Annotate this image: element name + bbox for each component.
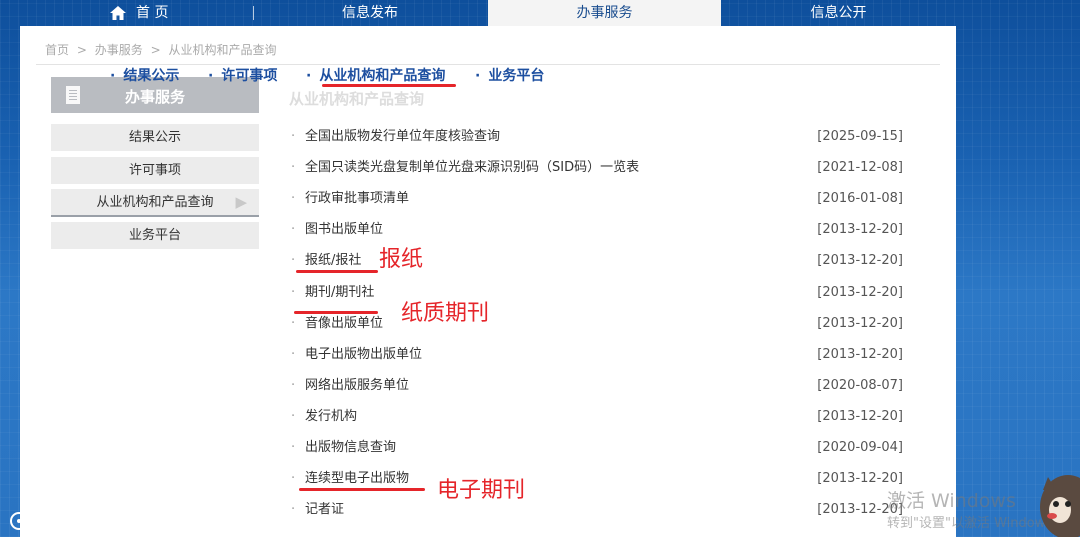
list-item-date: [2021-12-08]: [817, 160, 903, 175]
list-bullet: ·: [291, 316, 296, 331]
breadcrumb: 首页 > 办事服务 > 从业机构和产品查询: [45, 41, 280, 58]
breadcrumb-home[interactable]: 首页: [45, 43, 69, 57]
tab-institutions-query[interactable]: · 从业机构和产品查询: [306, 65, 445, 85]
list-item-name[interactable]: 记者证: [305, 500, 344, 520]
tab-bullet: ·: [306, 68, 312, 84]
list-item-date: [2025-09-15]: [817, 129, 903, 144]
chevron-right-icon: ▶: [235, 193, 247, 211]
list-item-name[interactable]: 图书出版单位: [305, 220, 383, 240]
list-item[interactable]: · 全国出版物发行单位年度核验查询 [2025-09-15]: [291, 127, 903, 147]
list-item-name[interactable]: 音像出版单位: [305, 314, 383, 334]
list-bullet: ·: [291, 191, 296, 206]
list-item-name[interactable]: 全国出版物发行单位年度核验查询: [305, 127, 500, 147]
list-item[interactable]: · 行政审批事项清单 [2016-01-08]: [291, 189, 903, 209]
list-item[interactable]: · 出版物信息查询 [2020-09-04]: [291, 438, 903, 458]
tab-bullet: ·: [110, 68, 116, 84]
list-bullet: ·: [291, 285, 296, 300]
annotation-e-journal: 电子期刊: [437, 478, 526, 503]
nav-divider: [253, 6, 254, 20]
document-icon: [66, 86, 80, 104]
list-item-name[interactable]: 出版物信息查询: [305, 438, 396, 458]
tab-results[interactable]: · 结果公示: [110, 65, 179, 85]
list-item[interactable]: · 记者证 [2013-12-20]: [291, 500, 903, 520]
list-item-name[interactable]: 发行机构: [305, 407, 357, 427]
list-item[interactable]: · 网络出版服务单位 [2020-08-07]: [291, 376, 903, 396]
list-item-name[interactable]: 网络出版服务单位: [305, 376, 409, 396]
tab-label: 许可事项: [221, 68, 278, 84]
list-bullet: ·: [291, 471, 296, 486]
nav-home-label: 首 页: [136, 5, 169, 21]
list-bullet: ·: [291, 160, 296, 175]
list-item-date: [2013-12-20]: [817, 222, 903, 237]
nav-home[interactable]: 首 页: [110, 0, 190, 26]
list-item-name[interactable]: 电子出版物出版单位: [305, 345, 422, 365]
list-item-date: [2020-08-07]: [817, 378, 903, 393]
sidebar-item-licenses[interactable]: 许可事项: [51, 157, 259, 184]
list-item[interactable]: · 全国只读类光盘复制单位光盘来源识别码（SID码）一览表 [2021-12-08]: [291, 158, 903, 178]
list-bullet: ·: [291, 222, 296, 237]
breadcrumb-sep: >: [76, 43, 87, 57]
sidebar-item-results[interactable]: 结果公示: [51, 124, 259, 151]
list-item-date: [2016-01-08]: [817, 191, 903, 206]
list-item-name[interactable]: 行政审批事项清单: [305, 189, 409, 209]
breadcrumb-sep: >: [150, 43, 161, 57]
list-item-date: [2013-12-20]: [817, 409, 903, 424]
list-item[interactable]: · 期刊/期刊社 [2013-12-20]: [291, 283, 903, 303]
sidebar-item-label: 从业机构和产品查询: [96, 195, 214, 210]
list-item-name[interactable]: 全国只读类光盘复制单位光盘来源识别码（SID码）一览表: [305, 158, 639, 178]
list-item-date: [2013-12-20]: [817, 253, 903, 268]
top-nav: 首 页 信息发布 办事服务 信息公开: [0, 0, 1080, 26]
sidebar-title: 办事服务: [125, 88, 186, 106]
tab-platform[interactable]: · 业务平台: [475, 65, 544, 85]
breadcrumb-services[interactable]: 办事服务: [95, 43, 143, 57]
list-bullet: ·: [291, 440, 296, 455]
watermark-logo-text: 大数跨境: [54, 509, 131, 531]
tab-licenses[interactable]: · 许可事项: [208, 65, 277, 85]
list-bullet: ·: [291, 347, 296, 362]
list-item[interactable]: · 图书出版单位 [2013-12-20]: [291, 220, 903, 240]
list-item[interactable]: · 发行机构 [2013-12-20]: [291, 407, 903, 427]
sidebar-item-platform[interactable]: 业务平台: [51, 222, 259, 249]
list-item-date: [2013-12-20]: [817, 316, 903, 331]
list-bullet: ·: [291, 378, 296, 393]
tab-label: 业务平台: [488, 68, 545, 84]
tab-label: 结果公示: [123, 68, 180, 84]
mascot-icon: [1040, 475, 1080, 537]
nav-services[interactable]: 办事服务: [488, 0, 721, 26]
list-item[interactable]: · 连续型电子出版物 [2013-12-20]: [291, 469, 903, 489]
breadcrumb-current: 从业机构和产品查询: [168, 43, 277, 57]
annotation-underline-ejournal: [299, 488, 425, 491]
list-item[interactable]: · 电子出版物出版单位 [2013-12-20]: [291, 345, 903, 365]
list-bullet: ·: [291, 502, 296, 517]
content-title: 从业机构和产品查询: [289, 90, 425, 108]
list-bullet: ·: [291, 129, 296, 144]
list-item-name[interactable]: 连续型电子出版物: [305, 469, 409, 489]
list-item-name[interactable]: 报纸/报社: [305, 251, 361, 271]
annotation-underline-journal: [294, 311, 378, 314]
home-icon: [110, 6, 126, 20]
list-item-date: [2013-12-20]: [817, 347, 903, 362]
windows-activation-title: 激活 Windows: [887, 490, 1016, 512]
list-bullet: ·: [291, 409, 296, 424]
sidebar-item-institutions[interactable]: 从业机构和产品查询 ▶: [51, 189, 259, 217]
nav-disclosure[interactable]: 信息公开: [722, 0, 955, 26]
annotation-newspaper: 报纸: [379, 247, 424, 272]
tab-bullet: ·: [208, 68, 214, 84]
list-item-name[interactable]: 期刊/期刊社: [305, 283, 374, 303]
tab-bullet: ·: [475, 68, 481, 84]
list-item-date: [2013-12-20]: [817, 285, 903, 300]
watermark-logo: 大数跨境: [10, 505, 130, 532]
list-bullet: ·: [291, 253, 296, 268]
annotation-underline-tab: [322, 84, 456, 87]
nav-publish[interactable]: 信息发布: [300, 0, 440, 26]
list-item[interactable]: · 音像出版单位 [2013-12-20]: [291, 314, 903, 334]
list-item-date: [2020-09-04]: [817, 440, 903, 455]
annotation-underline-newspaper: [296, 270, 378, 273]
logo-icon: [10, 511, 43, 530]
annotation-paper-journal: 纸质期刊: [401, 301, 490, 326]
tab-label: 从业机构和产品查询: [319, 68, 446, 84]
